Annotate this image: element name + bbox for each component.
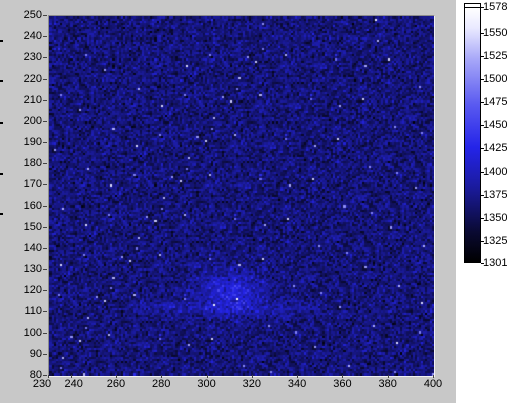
- y-tick-label: 130: [23, 263, 42, 276]
- y-tick-mark: [43, 57, 47, 59]
- y-tick-label: 250: [23, 9, 42, 21]
- edge-marker: [0, 40, 3, 42]
- color-scale-tick-mark: [481, 125, 484, 127]
- color-scale-tick-label: 1301: [483, 257, 508, 269]
- color-scale-tick-mark: [481, 148, 484, 150]
- y-tick-mark: [43, 205, 47, 207]
- x-tick-mark: [206, 375, 208, 378]
- x-tick-mark: [251, 375, 253, 378]
- color-scale-tick-mark: [481, 217, 484, 219]
- y-tick-label: 160: [23, 199, 42, 212]
- color-scale-tick-label: 1425: [483, 142, 508, 155]
- color-scale-bar: [464, 7, 481, 263]
- y-tick-label: 190: [23, 136, 42, 149]
- color-scale-tick-mark: [481, 171, 484, 173]
- color-scale-tick-mark: [481, 55, 484, 57]
- x-tick-label: 320: [242, 378, 261, 390]
- edge-marker: [0, 213, 3, 215]
- y-tick-mark: [43, 269, 47, 271]
- y-tick-label: 120: [23, 284, 42, 297]
- y-tick-mark: [43, 247, 47, 249]
- x-tick-label: 300: [197, 378, 216, 390]
- x-tick-label: 400: [423, 378, 443, 390]
- x-tick-label: 230: [32, 378, 52, 390]
- color-scale-tick-label: 1450: [483, 119, 508, 132]
- y-tick-mark: [43, 15, 47, 16]
- x-tick-mark: [70, 375, 72, 378]
- color-scale-tick-label: 1525: [483, 49, 508, 62]
- y-tick-label: 90: [29, 347, 42, 360]
- color-scale-tick-label: 1325: [483, 234, 508, 247]
- y-tick-label: 200: [23, 114, 42, 127]
- y-tick-label: 100: [23, 326, 42, 339]
- color-scale-tick-mark: [481, 32, 484, 34]
- y-tick-mark: [43, 163, 47, 165]
- x-tick-mark: [48, 375, 49, 378]
- y-tick-mark: [43, 36, 47, 38]
- edge-marker: [0, 122, 3, 124]
- y-tick-label: 230: [23, 51, 42, 64]
- x-tick-label: 380: [378, 378, 397, 390]
- y-tick-label: 140: [23, 241, 42, 254]
- y-tick-mark: [43, 226, 47, 228]
- edge-marker: [0, 173, 3, 175]
- edge-marker: [0, 80, 3, 82]
- x-tick-label: 360: [333, 378, 352, 390]
- heatmap-canvas[interactable]: [49, 16, 434, 376]
- x-tick-label: 240: [64, 378, 83, 390]
- x-tick-label: 260: [106, 378, 126, 390]
- color-scale-tick-mark: [481, 79, 484, 81]
- y-tick-mark: [43, 311, 47, 313]
- y-tick-mark: [43, 184, 47, 186]
- color-scale-tick-mark: [481, 194, 484, 196]
- color-scale-tick-label: 1475: [483, 96, 508, 109]
- color-scale-tick-mark: [481, 263, 484, 264]
- color-scale-tick-label: 1550: [483, 26, 508, 39]
- color-scale-tick-mark: [481, 240, 484, 242]
- color-scale-tick-label: 1375: [483, 188, 508, 201]
- y-tick-mark: [43, 332, 47, 334]
- heatmap-plot-area[interactable]: [48, 15, 435, 377]
- x-tick-mark: [297, 375, 299, 378]
- color-scale-tick-label: 1350: [483, 211, 508, 224]
- x-tick-mark: [115, 375, 117, 378]
- y-tick-mark: [43, 142, 47, 144]
- y-tick-label: 180: [23, 157, 42, 170]
- color-scale-tick-label: 1400: [483, 165, 508, 178]
- x-tick-mark: [161, 375, 163, 378]
- y-tick-mark: [43, 120, 47, 122]
- color-scale-tick-mark: [481, 102, 484, 104]
- y-tick-label: 170: [23, 178, 42, 191]
- x-tick-mark: [387, 375, 389, 378]
- y-tick-mark: [43, 375, 47, 376]
- x-tick-mark: [433, 375, 434, 378]
- x-tick-label: 340: [287, 378, 307, 390]
- color-scale-tick-label: 1578: [483, 1, 508, 13]
- y-tick-label: 210: [23, 93, 42, 106]
- y-tick-label: 220: [23, 72, 42, 85]
- x-tick-mark: [342, 375, 344, 378]
- y-tick-mark: [43, 99, 47, 101]
- x-tick-label: 280: [152, 378, 171, 390]
- color-scale-tick-mark: [481, 7, 484, 8]
- color-scale-tick-label: 1500: [483, 73, 508, 86]
- y-tick-mark: [43, 290, 47, 292]
- y-tick-mark: [43, 78, 47, 80]
- y-tick-label: 240: [23, 30, 42, 43]
- y-tick-mark: [43, 353, 47, 355]
- y-tick-label: 110: [24, 305, 42, 318]
- y-tick-label: 150: [23, 220, 42, 233]
